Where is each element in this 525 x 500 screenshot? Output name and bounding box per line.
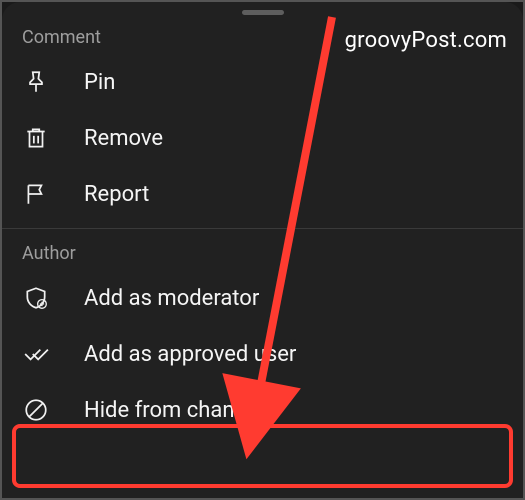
flag-icon [22, 180, 50, 208]
menu-label-remove: Remove [84, 126, 163, 151]
drag-handle[interactable] [242, 10, 284, 15]
menu-label-add-approved-user: Add as approved user [84, 342, 296, 367]
watermark: groovyPost.com [345, 28, 507, 53]
shield-add-icon [22, 284, 50, 312]
double-check-icon [22, 340, 50, 368]
menu-label-add-moderator: Add as moderator [84, 286, 259, 311]
menu-label-hide-from-channel: Hide from channel [84, 398, 264, 423]
section-divider [2, 228, 523, 229]
menu-item-report[interactable]: Report [2, 166, 523, 222]
menu-item-hide-from-channel[interactable]: Hide from channel [2, 382, 523, 438]
trash-icon [22, 124, 50, 152]
section-title-author: Author [2, 235, 523, 270]
bottom-sheet: groovyPost.com Comment Pin Remove [2, 2, 523, 498]
menu-item-add-moderator[interactable]: Add as moderator [2, 270, 523, 326]
menu-item-remove[interactable]: Remove [2, 110, 523, 166]
menu-item-pin[interactable]: Pin [2, 54, 523, 110]
menu-item-add-approved-user[interactable]: Add as approved user [2, 326, 523, 382]
menu-label-pin: Pin [84, 70, 115, 95]
block-icon [22, 396, 50, 424]
pin-icon [22, 68, 50, 96]
menu-label-report: Report [84, 182, 149, 207]
